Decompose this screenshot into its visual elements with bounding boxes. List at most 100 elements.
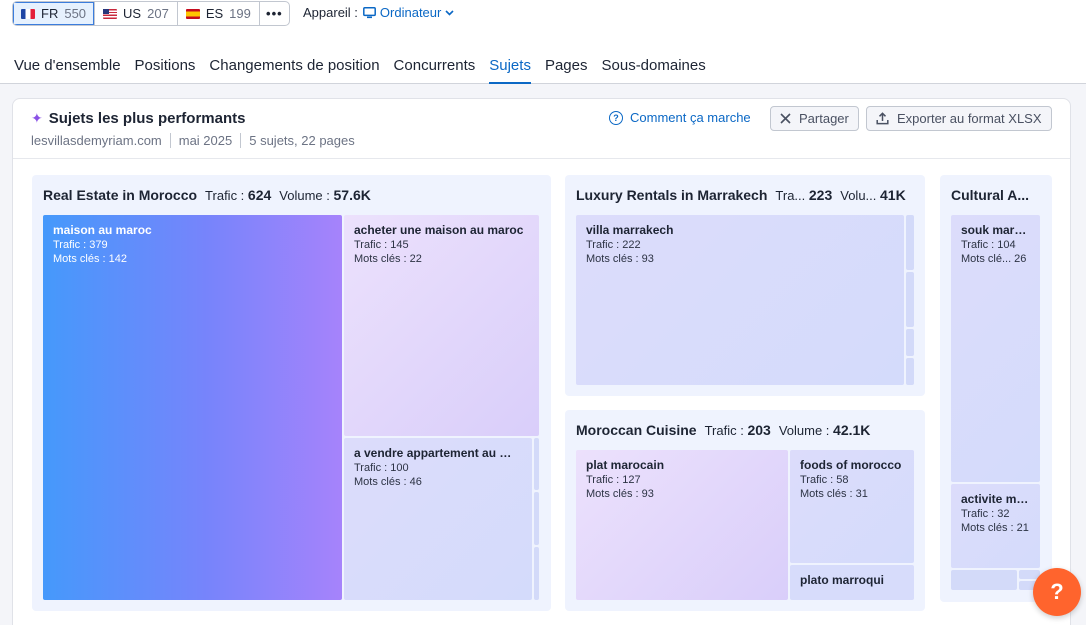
topic-title: Luxury Rentals in Marrakech — [576, 187, 768, 203]
monitor-icon — [362, 6, 376, 18]
subtopic-tile[interactable]: maison au maroc Trafic : 379 Mots clés :… — [43, 215, 342, 600]
how-it-works-label: Comment ça marche — [630, 110, 751, 125]
subtopic-keywords: Mots clé... 26 — [961, 253, 1027, 265]
topic-header: Cultural A... — [951, 187, 1042, 203]
topic-group-moroccan-cuisine[interactable]: Moroccan Cuisine Trafic : 203 Volume : 4… — [565, 410, 925, 611]
subtopic-tile[interactable]: plat marocain Trafic : 127 Mots clés : 9… — [576, 450, 788, 600]
topic-header: Moroccan Cuisine Trafic : 203 Volume : 4… — [576, 422, 915, 438]
subtopic-name: villa marrakech — [586, 223, 674, 237]
subtopic-traffic: Trafic : 100 — [354, 462, 409, 474]
tab-changements-position[interactable]: Changements de position — [209, 57, 379, 84]
subtopic-tile-small[interactable] — [534, 438, 539, 490]
subtopic-traffic: Trafic : 127 — [586, 474, 641, 486]
device-dropdown[interactable]: Ordinateur — [362, 5, 454, 20]
subtopic-tile[interactable]: acheter une maison au maroc Trafic : 145… — [344, 215, 539, 436]
subtopic-keywords: Mots clés : 93 — [586, 253, 654, 265]
subtopic-tile[interactable]: plato marroqui — [790, 565, 914, 600]
volume-value: 41K — [880, 187, 906, 203]
subtopic-tile-small[interactable] — [906, 272, 914, 327]
traffic-value: 203 — [747, 422, 771, 438]
volume-label: Volume : — [778, 423, 830, 438]
subtopic-keywords: Mots clés : 31 — [800, 488, 868, 500]
subtopic-tile-small[interactable] — [951, 570, 1017, 590]
device-selector: Appareil : Ordinateur — [303, 5, 454, 20]
topic-title: Real Estate in Morocco — [43, 187, 198, 203]
tab-positions[interactable]: Positions — [135, 57, 196, 84]
subtopic-name: foods of morocco — [800, 458, 902, 472]
subtopic-tile[interactable]: a vendre appartement au maroc Trafic : 1… — [344, 438, 532, 600]
traffic-label: Trafic : — [205, 188, 245, 203]
subtopic-tile[interactable]: souk marrakech Trafic : 104 Mots clé... … — [951, 215, 1040, 482]
topic-group-real-estate[interactable]: Real Estate in Morocco Trafic : 624 Volu… — [32, 175, 551, 611]
subtopic-name: acheter une maison au maroc — [354, 223, 524, 237]
database-count: 550 — [64, 6, 87, 21]
database-code: ES — [205, 6, 224, 21]
subtopic-name: plato marroqui — [800, 573, 885, 587]
database-code: US — [123, 6, 142, 21]
traffic-label: Tra... — [775, 188, 806, 203]
volume-value: 42.1K — [833, 422, 871, 438]
subtopic-traffic: Trafic : 32 — [961, 508, 1010, 520]
subtopic-tile[interactable]: foods of morocco Trafic : 58 Mots clés :… — [790, 450, 914, 563]
subtopic-keywords: Mots clés : 46 — [354, 476, 422, 488]
card-title-text: Sujets les plus performants — [48, 110, 246, 127]
spain-flag-icon — [185, 8, 200, 19]
how-it-works-link[interactable]: ? Comment ça marche — [609, 110, 751, 125]
upload-icon — [876, 112, 889, 125]
subtopic-tile-small[interactable] — [906, 358, 914, 385]
topic-group-luxury-rentals[interactable]: Luxury Rentals in Marrakech Tra... 223 V… — [565, 175, 925, 396]
topic-traffic: Trafic : 203 — [705, 422, 771, 438]
device-value: Ordinateur — [379, 5, 442, 20]
subtopic-tile[interactable]: villa marrakech Trafic : 222 Mots clés :… — [576, 215, 904, 385]
tab-concurrents[interactable]: Concurrents — [394, 57, 476, 84]
subtopic-tile-small[interactable] — [906, 215, 914, 270]
subtopic-name: activite marrakech — [961, 492, 1030, 506]
topic-title: Moroccan Cuisine — [576, 422, 697, 438]
report-date: mai 2025 — [169, 133, 240, 148]
volume-label: Volume : — [279, 188, 330, 203]
volume-label: Volu... — [840, 188, 877, 203]
sparkle-icon: ✦ — [31, 110, 43, 126]
subtopic-tile-small[interactable] — [534, 492, 539, 545]
subtopic-keywords: Mots clés : 142 — [53, 253, 127, 265]
traffic-value: 223 — [808, 187, 833, 203]
traffic-value: 624 — [247, 187, 272, 203]
card-subtitle: lesvillasdemyriam.com mai 2025 5 sujets,… — [31, 133, 363, 148]
topic-volume: Volu... 41K — [840, 187, 905, 203]
database-us-button[interactable]: US 207 — [95, 2, 178, 25]
topic-title: Cultural A... — [951, 187, 1030, 203]
subtopic-tile-small[interactable] — [534, 547, 539, 600]
tab-sujets[interactable]: Sujets — [489, 57, 531, 84]
more-databases-button[interactable]: ••• — [260, 2, 289, 25]
database-es-button[interactable]: ES 199 — [178, 2, 260, 25]
subtopic-traffic: Trafic : 145 — [354, 239, 409, 251]
card-title: ✦ Sujets les plus performants — [31, 110, 245, 127]
share-label: Partager — [799, 111, 849, 126]
subtopic-name: plat marocain — [586, 458, 665, 472]
export-label: Exporter au format XLSX — [897, 111, 1042, 126]
tab-pages[interactable]: Pages — [545, 57, 588, 84]
top-toolbar: FR 550 US 207 ES 199 ••• Appareil : Ordi… — [0, 0, 1086, 84]
topic-volume: Volume : 57.6K — [279, 187, 371, 203]
topic-volume: Volume : 42.1K — [779, 422, 871, 438]
tab-vue-ensemble[interactable]: Vue d'ensemble — [14, 57, 121, 84]
database-selector: FR 550 US 207 ES 199 ••• — [12, 1, 290, 26]
database-count: 199 — [229, 6, 251, 21]
subtopic-traffic: Trafic : 58 — [800, 474, 849, 486]
export-xlsx-button[interactable]: Exporter au format XLSX — [866, 106, 1052, 131]
traffic-label: Trafic : — [704, 423, 744, 438]
device-label: Appareil : — [303, 5, 358, 20]
help-chat-button[interactable]: ? — [1033, 568, 1081, 616]
subtopic-name: souk marrakech — [961, 223, 1030, 237]
x-logo-icon — [780, 113, 791, 124]
subtopic-tile-small[interactable] — [906, 329, 914, 356]
share-button[interactable]: Partager — [770, 106, 859, 131]
tab-sous-domaines[interactable]: Sous-domaines — [602, 57, 706, 84]
database-fr-button[interactable]: FR 550 — [13, 2, 96, 25]
subtopic-tile[interactable]: activite marrakech Trafic : 32 Mots clés… — [951, 484, 1040, 568]
more-dots-icon: ••• — [266, 6, 283, 21]
subtopic-keywords: Mots clés : 22 — [354, 253, 422, 265]
topics-summary: 5 sujets, 22 pages — [240, 133, 363, 148]
question-mark-icon: ? — [1050, 579, 1064, 604]
topic-group-cultural[interactable]: Cultural A... souk marrakech Trafic : 10… — [940, 175, 1052, 602]
